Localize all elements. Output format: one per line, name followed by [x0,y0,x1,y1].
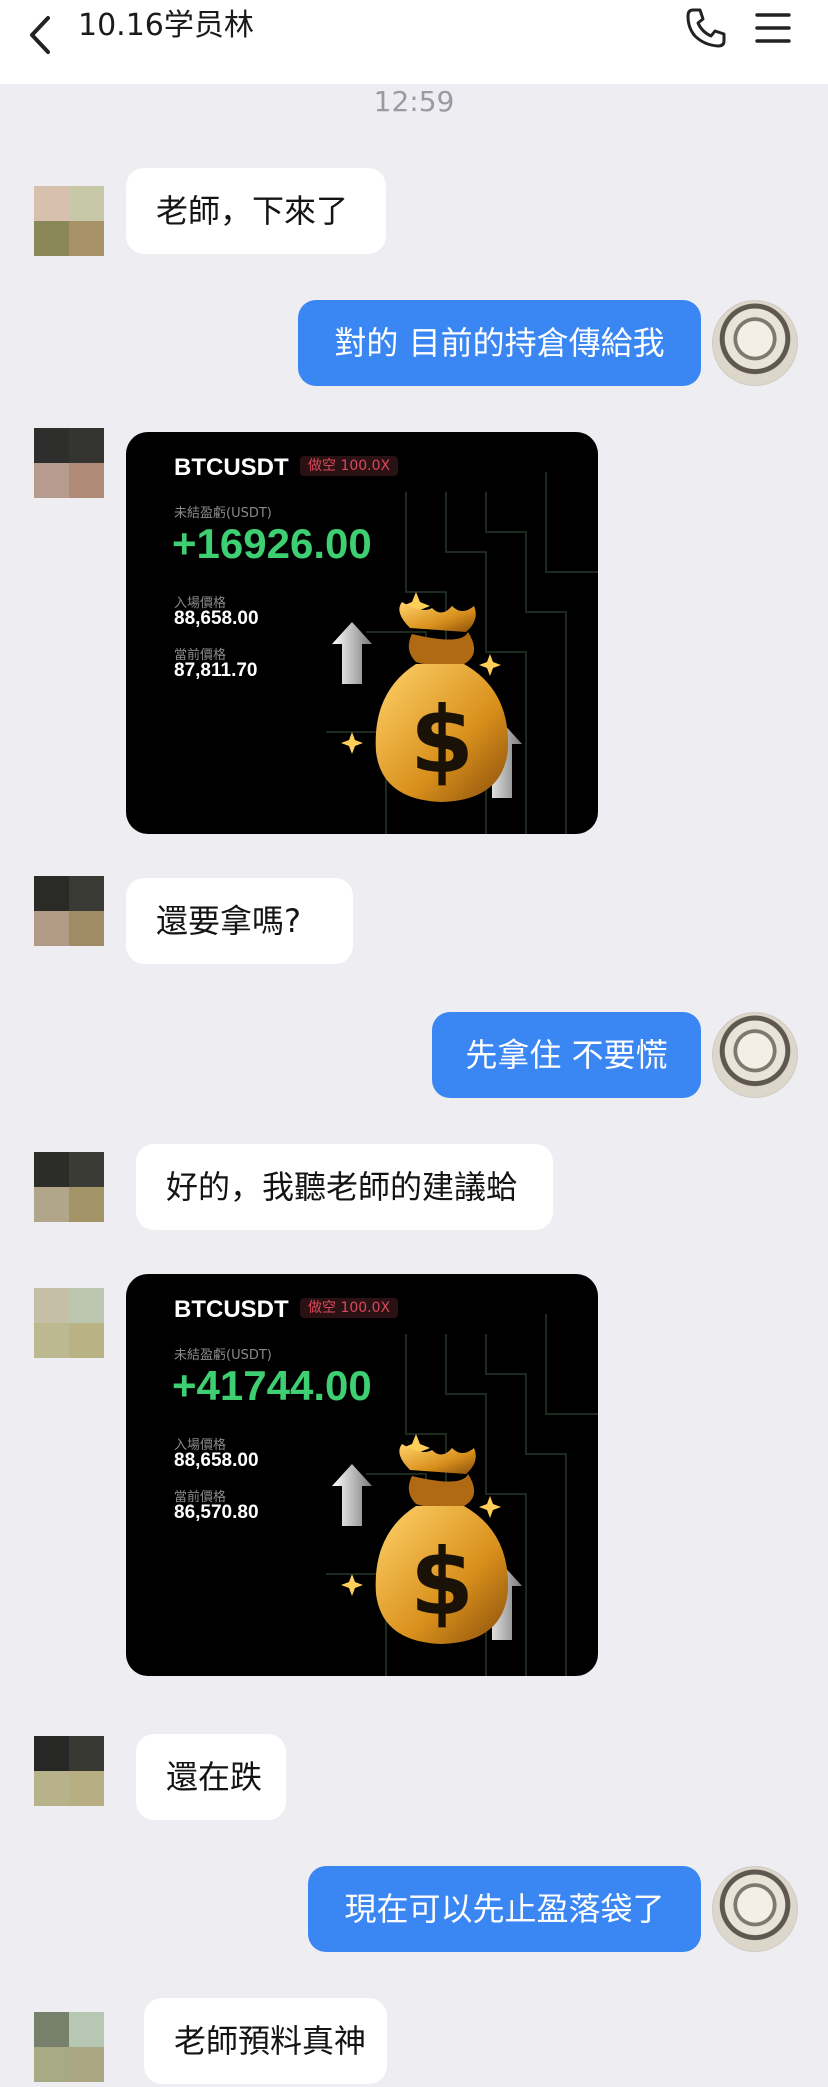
message-text: 先拿住 不要慌 [465,1036,668,1074]
message-text: 還在跌 [166,1758,263,1796]
current-price-value: 86,570.80 [174,1502,259,1523]
entry-price-value: 88,658.00 [174,1450,259,1471]
current-price-value: 87,811.70 [174,660,258,681]
avatar[interactable] [34,1152,104,1222]
top-bar: 10.16学员林 [0,0,828,84]
money-bag-icon: $ [332,592,522,802]
svg-text:$: $ [410,687,474,794]
avatar[interactable] [34,428,104,498]
position-tag: 做空 100.0X [300,456,399,476]
pnl-label: 未結盈虧(USDT) [174,506,272,521]
message-bubble[interactable]: 好的，我聽老師的建議蛤 [136,1144,553,1230]
svg-text:$: $ [410,1529,474,1636]
pnl-value: +16926.00 [172,520,372,567]
position-card[interactable]: BTCUSDT 做空 100.0X 未結盈虧(USDT) +41744.00 入… [126,1274,598,1676]
pnl-value: +41744.00 [172,1362,372,1409]
message-timestamp: 12:59 [373,85,455,118]
chat-title: 10.16学员林 [78,8,254,43]
back-icon[interactable] [22,10,62,60]
message-bubble[interactable]: 還要拿嗎? [126,878,353,964]
message-text: 老師，下來了 [156,192,349,230]
message-bubble[interactable]: 老師，下來了 [126,168,386,254]
symbol-label: BTCUSDT [174,1296,289,1323]
avatar[interactable] [712,1866,798,1952]
message-bubble[interactable]: 對的 目前的持倉傳給我 [298,300,701,386]
message-text: 老師預料真神 [174,2022,367,2060]
entry-price-value: 88,658.00 [174,608,259,629]
message-text: 好的，我聽老師的建議蛤 [166,1168,519,1206]
pnl-label: 未結盈虧(USDT) [174,1348,272,1363]
position-tag: 做空 100.0X [300,1298,399,1318]
avatar[interactable] [712,300,798,386]
menu-icon[interactable] [754,8,792,48]
symbol-label: BTCUSDT [174,454,289,481]
message-text: 對的 目前的持倉傳給我 [334,324,665,362]
message-text: 還要拿嗎? [156,902,301,940]
message-text: 現在可以先止盈落袋了 [344,1890,665,1928]
money-bag-icon: $ [332,1434,522,1644]
phone-icon[interactable] [684,6,728,50]
position-card[interactable]: BTCUSDT 做空 100.0X 未結盈虧(USDT) +16926.00 入… [126,432,598,834]
message-bubble[interactable]: 先拿住 不要慌 [432,1012,701,1098]
avatar[interactable] [34,2012,104,2082]
avatar[interactable] [34,1736,104,1806]
avatar[interactable] [34,876,104,946]
message-bubble[interactable]: 現在可以先止盈落袋了 [308,1866,701,1952]
avatar[interactable] [34,186,104,256]
avatar[interactable] [34,1288,104,1358]
message-bubble[interactable]: 還在跌 [136,1734,286,1820]
message-bubble[interactable]: 老師預料真神 [144,1998,387,2084]
avatar[interactable] [712,1012,798,1098]
